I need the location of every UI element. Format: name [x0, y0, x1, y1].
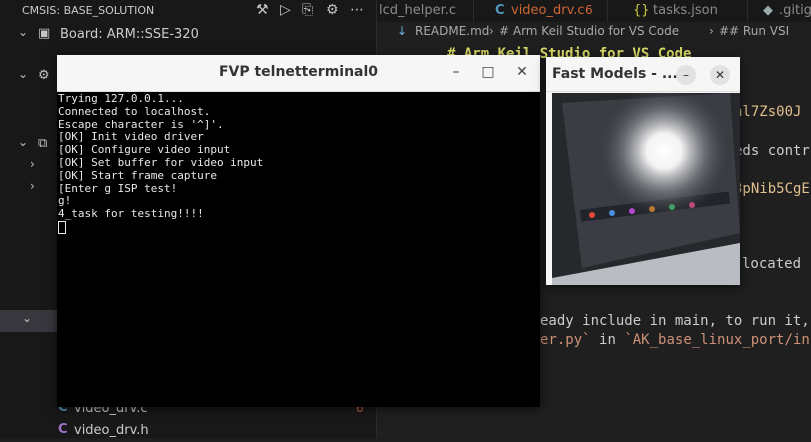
code-link-fragment: hl7Zs00J — [734, 104, 802, 120]
sidebar-header: CMSIS: BASE_SOLUTION ⚒ ▷ ⎘ ⚙ ⋯ — [0, 0, 376, 22]
code-text-fragment: eady include in main, to run it, — [540, 313, 810, 329]
breadcrumb-item[interactable]: ## Run VSI — [719, 24, 789, 38]
code-inline-code: er.py` — [540, 332, 591, 348]
tab-label: lcd_helper.c — [379, 3, 457, 18]
chevron-down-icon[interactable]: ⌄ — [18, 135, 28, 149]
git-diamond-icon: ◆ — [763, 3, 773, 18]
terminal-cursor — [58, 220, 66, 234]
tab-video-drv[interactable]: C video_drv.c 6 — [481, 0, 608, 22]
window-titlebar[interactable]: Fast Models - ... – ✕ — [546, 57, 740, 92]
terminal-line: [OK] Set buffer for video input — [58, 155, 264, 169]
terminal-line: [OK] Start frame capture — [58, 168, 217, 182]
terminal-output[interactable]: Trying 127.0.0.1... Connected to localho… — [58, 92, 540, 407]
minimize-icon[interactable]: – — [676, 65, 696, 85]
problem-count-badge: 6 — [585, 3, 593, 17]
build-hammer-icon[interactable]: ⚒ — [256, 2, 269, 18]
code-text: in — [599, 332, 616, 348]
tab-tasks-json[interactable]: {} tasks.json — [617, 0, 748, 22]
fast-models-window[interactable]: Fast Models - ... – ✕ — [546, 57, 740, 285]
board-row[interactable]: ⌄ ▣ Board: ARM::SSE-320 — [0, 24, 376, 46]
tab-label: .gitign — [779, 3, 811, 18]
chevron-down-icon[interactable]: ⌄ — [18, 67, 28, 81]
run-icon[interactable]: ▷ — [280, 2, 291, 18]
camera-frame-image — [552, 93, 740, 285]
terminal-line: [Enter g ISP test! — [58, 181, 178, 195]
window-title: FVP telnetterminal0 — [218, 64, 379, 80]
chevron-down-icon[interactable]: ⌄ — [18, 25, 28, 39]
window-titlebar[interactable]: FVP telnetterminal0 – □ ✕ — [57, 55, 540, 92]
minimize-icon[interactable]: – — [447, 63, 465, 81]
breadcrumb-separator: › — [489, 24, 494, 38]
terminal-cursor-line — [58, 220, 540, 234]
code-text-fragment: located — [742, 256, 802, 272]
tab-gitignore[interactable]: ◆ .gitign — [757, 0, 811, 22]
terminal-line: Trying 127.0.0.1... — [58, 92, 184, 105]
chevron-right-icon[interactable]: › — [30, 179, 35, 193]
json-braces-icon: {} — [633, 3, 650, 18]
code-line: er.py` in `AK_base_linux_port/in — [540, 332, 810, 348]
file-name: video_drv.h — [74, 423, 149, 438]
breadcrumb-item[interactable]: README.md — [415, 24, 489, 38]
maximize-icon[interactable]: □ — [479, 63, 497, 81]
close-icon[interactable]: ✕ — [710, 65, 730, 85]
files-icon: ⧉ — [38, 136, 48, 151]
breadcrumb-separator: › — [709, 24, 714, 38]
code-inline-code: `AK_base_linux_port/in — [624, 332, 810, 348]
board-label: Board: ARM::SSE-320 — [60, 27, 199, 42]
chevron-down-icon[interactable]: ⌄ — [22, 311, 32, 325]
markdown-icon: ↓ — [397, 24, 408, 38]
component-icon: ⚙ — [38, 68, 50, 83]
c-header-file-icon: C — [58, 422, 68, 437]
more-actions-icon[interactable]: ⋯ — [350, 2, 364, 18]
editor-tabs: lcd_helper.c C video_drv.c 6 {} tasks.js… — [377, 0, 811, 22]
tab-label: video_drv.c — [511, 3, 585, 18]
sidebar-title: CMSIS: BASE_SOLUTION — [22, 4, 155, 17]
tab-lcd-helper[interactable]: lcd_helper.c — [377, 0, 474, 22]
board-chip-icon: ▣ — [38, 26, 51, 41]
code-text-fragment: eds contr — [734, 143, 810, 159]
camera-frame-svg — [552, 93, 740, 285]
telnet-terminal-window[interactable]: FVP telnetterminal0 – □ ✕ Trying 127.0.0… — [57, 55, 540, 407]
breadcrumb-item[interactable]: # Arm Keil Studio for VS Code — [499, 24, 679, 38]
window-title: Fast Models - ... — [552, 66, 678, 82]
close-icon[interactable]: ✕ — [513, 63, 531, 81]
c-file-icon: C — [495, 3, 505, 18]
code-link-fragment: 3pNib5CgE — [734, 181, 810, 197]
tab-label: tasks.json — [653, 3, 718, 18]
file-row-video-drv-h[interactable]: C video_drv.h — [0, 420, 376, 442]
terminal-line: Connected to localhost. — [58, 104, 211, 118]
settings-gear-icon[interactable]: ⚙ — [326, 2, 339, 18]
load-icon[interactable]: ⎘ — [302, 2, 313, 18]
terminal-line: 4_task for testing!!!! — [58, 207, 204, 221]
chevron-right-icon[interactable]: › — [30, 157, 35, 171]
